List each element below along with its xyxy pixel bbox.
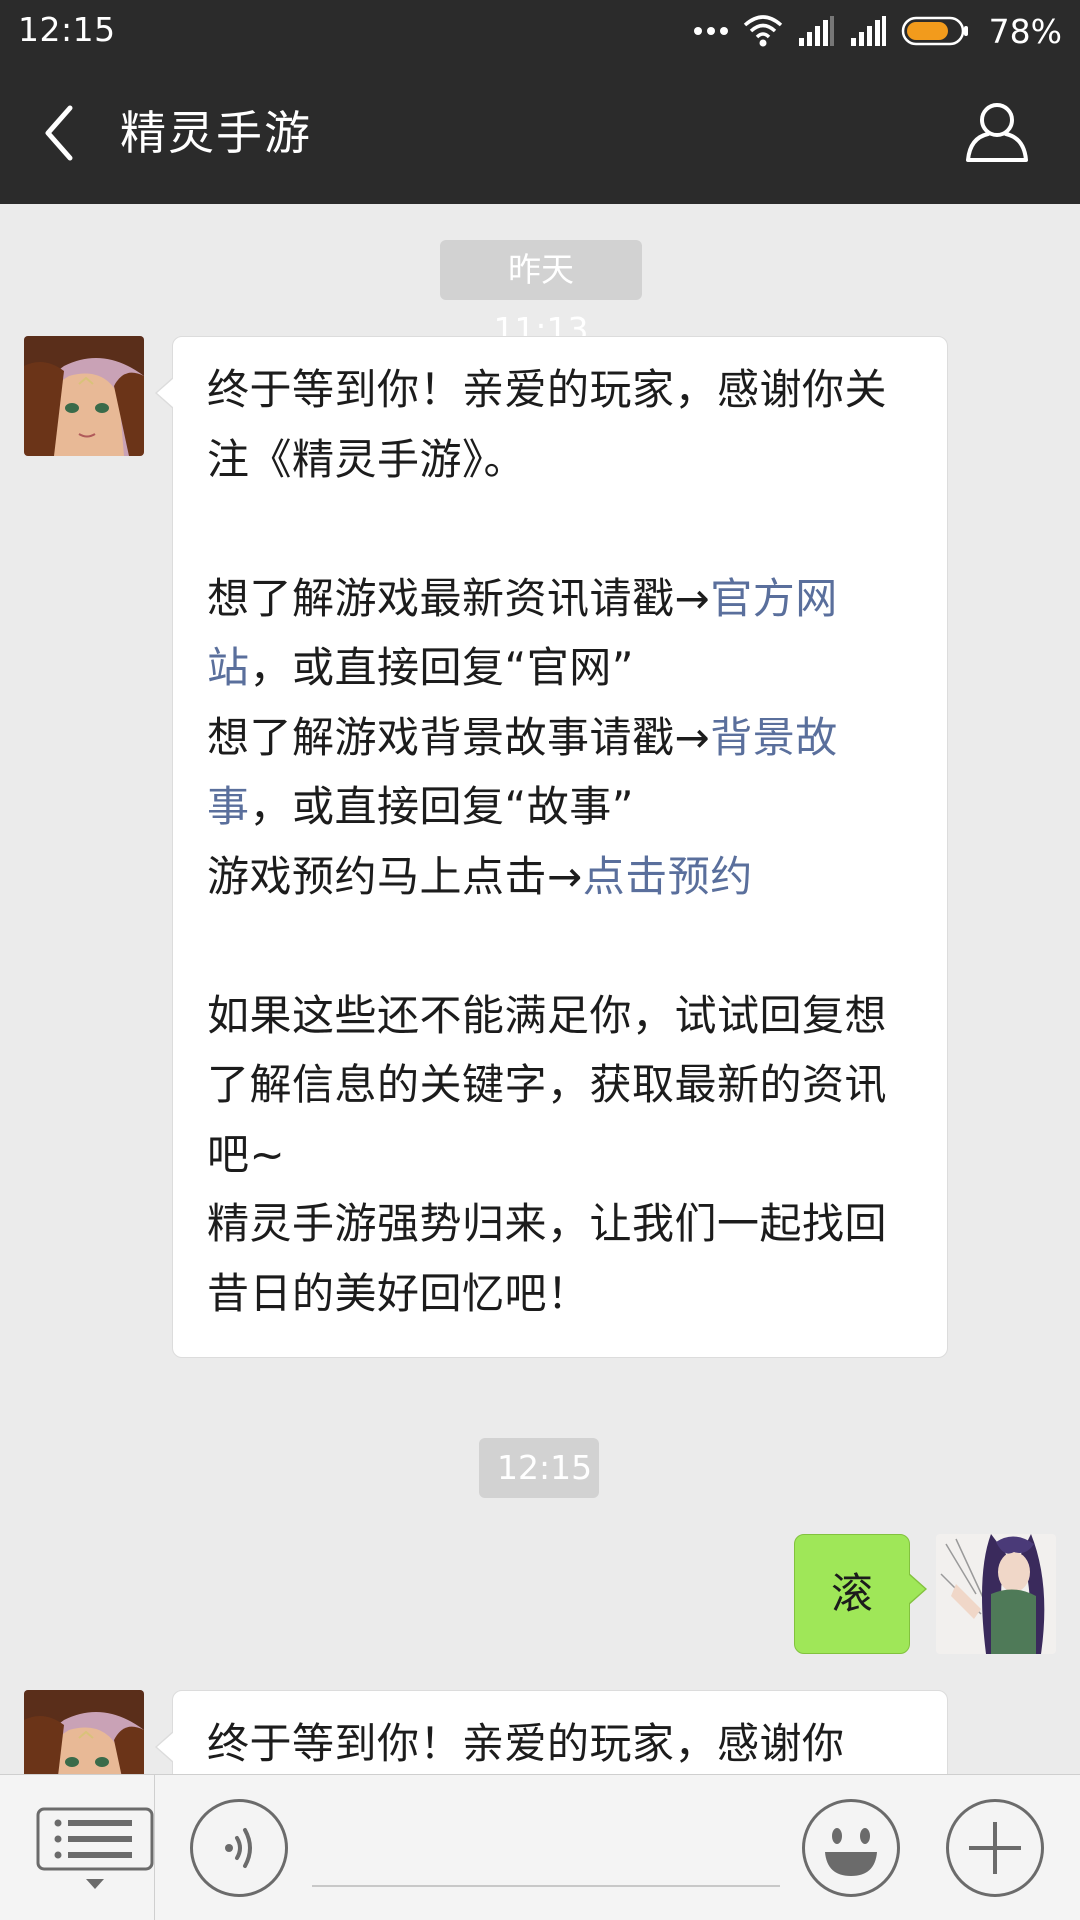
my-avatar[interactable]: [936, 1534, 1056, 1654]
message-outro: 精灵手游强势归来，让我们一起找回昔日的美好回忆吧！: [207, 1199, 888, 1318]
list-menu-icon: [36, 1807, 154, 1889]
message-text: 终于等到你！亲爱的玩家，感谢你关注《精灵手游》。 想了解游戏最新资讯请戳→官方网…: [173, 337, 947, 1344]
signal-icon: [849, 16, 887, 46]
sender-avatar[interactable]: [24, 1690, 144, 1774]
chat-header: 精灵手游: [0, 62, 1080, 204]
back-button[interactable]: [30, 98, 100, 168]
sender-avatar[interactable]: [24, 336, 144, 456]
more-dots-icon: [693, 25, 729, 37]
battery-icon: [901, 15, 971, 47]
message-list[interactable]: 昨天 11:13 终于等到你！亲爱的玩家，感谢你关注《精灵手游》。 想了解游戏最…: [0, 204, 1080, 1774]
person-icon: [966, 103, 1028, 162]
status-time: 12:15: [18, 10, 116, 49]
plus-icon: [969, 1822, 1021, 1874]
message-outro: 如果这些还不能满足你，试试回复想了解信息的关键字，获取最新的资讯吧~: [207, 990, 888, 1179]
more-actions-button[interactable]: [946, 1799, 1044, 1897]
message-bubble[interactable]: 终于等到你！亲爱的玩家，感谢你关注《精灵手游》。 想了解游戏最新资讯请戳→官方网…: [155, 336, 948, 1358]
reserve-link[interactable]: 点击预约: [583, 852, 753, 901]
timestamp: 12:15: [479, 1438, 599, 1498]
signal-icon: [797, 16, 835, 46]
voice-button[interactable]: [190, 1799, 288, 1897]
smiley-icon: [825, 1828, 877, 1876]
message-text: 终于等到你！亲爱的玩家，感谢你: [207, 1719, 845, 1768]
input-bar: [0, 1774, 1080, 1920]
chat-info-button[interactable]: [964, 100, 1030, 166]
chat-title: 精灵手游: [120, 106, 312, 160]
message-line: ，或直接回复“官网”: [249, 643, 635, 692]
message-line: 想了解游戏最新资讯请戳→: [207, 573, 711, 623]
message-line: 游戏预约马上点击→: [207, 851, 583, 901]
message-intro: 终于等到你！亲爱的玩家，感谢你关注《精灵手游》。: [207, 365, 888, 484]
sent-message-text: 滚: [830, 1569, 873, 1618]
message-line: 想了解游戏背景故事请戳→: [207, 712, 711, 762]
timestamp: 昨天 11:13: [440, 240, 642, 349]
status-bar: 12:15 78%: [0, 0, 1080, 62]
status-icons: 78%: [693, 10, 1062, 52]
battery-percent: 78%: [988, 11, 1062, 51]
chevron-left-icon: [45, 105, 73, 161]
voice-icon: [225, 1828, 252, 1868]
sent-message-bubble[interactable]: 滚: [794, 1534, 927, 1654]
divider: [154, 1775, 155, 1920]
message-line: ，或直接回复“故事”: [249, 782, 635, 831]
emoji-button[interactable]: [802, 1799, 900, 1897]
wifi-icon: [743, 15, 783, 47]
message-input[interactable]: [312, 1815, 780, 1887]
message-bubble[interactable]: 终于等到你！亲爱的玩家，感谢你: [155, 1690, 948, 1774]
menu-toggle-button[interactable]: [36, 1807, 154, 1897]
